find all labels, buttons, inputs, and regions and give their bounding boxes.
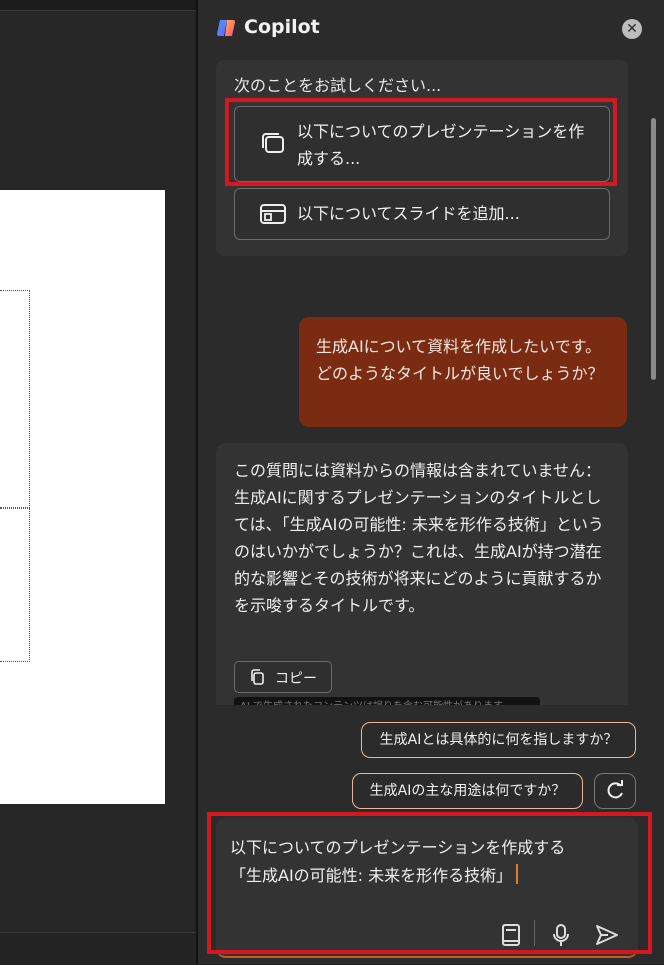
subtitle-placeholder[interactable] <box>0 508 30 662</box>
copilot-title: Copilot <box>244 16 320 38</box>
ai-disclaimer: AI で生成されたコンテンツは誤りを含む可能性があります <box>234 697 540 705</box>
copy-icon <box>251 669 264 685</box>
annotation-highlight-input <box>207 812 652 954</box>
add-slide-label: 以下についてスライドを追加... <box>297 204 520 223</box>
chat-scrollbar[interactable] <box>651 118 656 380</box>
user-message: 生成AIについて資料を作成したいです。どのようなタイトルが良いでしょうか？ <box>299 317 627 427</box>
title-placeholder[interactable] <box>0 290 30 508</box>
annotation-highlight-suggestion <box>225 98 617 186</box>
suggestion-heading: 次のことをお試しください... <box>234 76 442 95</box>
close-icon[interactable]: ✕ <box>622 19 642 39</box>
slide-editor-area <box>0 0 196 965</box>
status-bar <box>0 932 196 965</box>
user-message-text: 生成AIについて資料を作成したいです。どのようなタイトルが良いでしょうか？ <box>316 337 604 383</box>
slide-canvas[interactable] <box>0 190 165 804</box>
copilot-response-text: この質問には資料からの情報は含まれていません： 生成AIに関するプレゼンテーショ… <box>234 461 604 615</box>
copilot-header: Copilot ✕ <box>198 0 664 56</box>
copilot-response: この質問には資料からの情報は含まれていません： 生成AIに関するプレゼンテーショ… <box>216 443 628 705</box>
followup-chip-2[interactable]: 生成AIの主な用途は何ですか？ <box>352 773 583 809</box>
copy-button[interactable]: コピー <box>234 661 332 693</box>
ribbon-edge <box>0 0 196 11</box>
slide-layout-icon <box>260 204 286 224</box>
add-slide-button[interactable]: 以下についてスライドを追加... <box>234 188 610 240</box>
copy-label: コピー <box>275 671 317 687</box>
refresh-suggestions-button[interactable] <box>594 773 636 809</box>
copilot-logo-icon <box>217 20 235 36</box>
followup-chip-1[interactable]: 生成AIとは具体的に何を指しますか？ <box>361 722 636 758</box>
refresh-icon <box>607 780 623 799</box>
